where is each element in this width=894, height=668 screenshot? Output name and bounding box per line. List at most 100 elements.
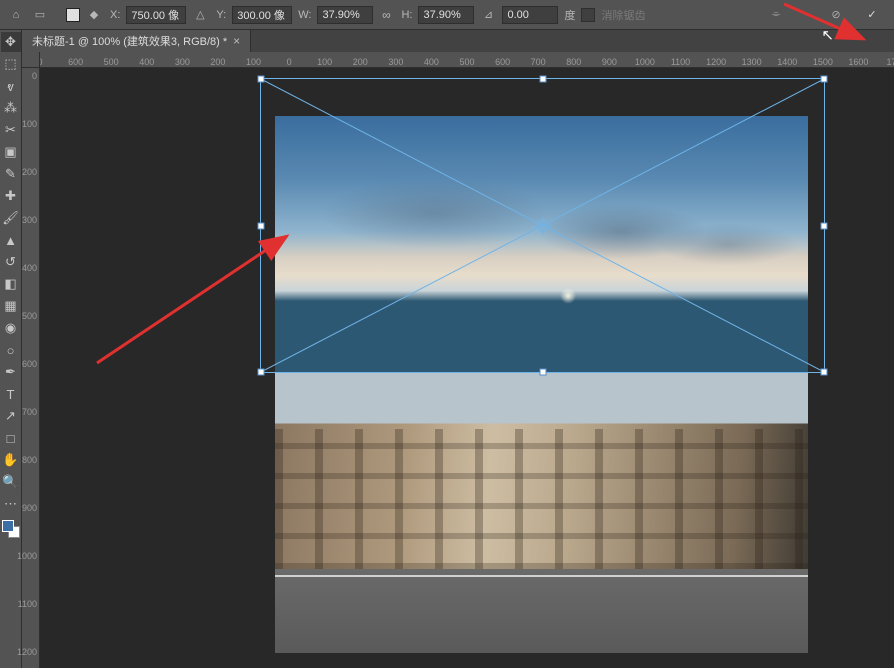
ruler-tick: 200 <box>210 57 225 67</box>
building-texture <box>275 429 808 569</box>
annotation-arrow-right <box>776 0 866 42</box>
canvas-area[interactable] <box>40 68 894 668</box>
xy-delta-icon[interactable]: △ <box>190 5 210 25</box>
options-bar: ⌂ ▭ ◆ X: △ Y: W: ∞ H: ⊿ 度 消除锯齿 ⌯ ⊘ ✓ <box>0 0 894 30</box>
reference-point-toggle[interactable] <box>66 8 80 22</box>
eraser-tool[interactable]: ◧ <box>1 274 21 294</box>
document-tab-title: 未标题-1 @ 100% (建筑效果3, RGB/8) * <box>32 33 227 49</box>
ruler-tick: 800 <box>22 455 37 465</box>
ruler-tick: 1300 <box>742 57 762 67</box>
ruler-tick: 500 <box>104 57 119 67</box>
crop-tool[interactable]: ✂ <box>1 120 21 140</box>
lasso-tool[interactable]: ⱴ <box>1 76 21 96</box>
y-label: Y: <box>216 9 226 21</box>
ruler-tick: 170 <box>886 57 894 67</box>
antialias-checkbox[interactable] <box>581 8 595 22</box>
image-layer-street[interactable] <box>275 373 808 653</box>
ruler-tick: 0 <box>287 57 292 67</box>
zoom-tool[interactable]: 🔍 <box>1 472 21 492</box>
h-input[interactable] <box>418 6 474 24</box>
history-brush-tool[interactable]: ↺ <box>1 252 21 272</box>
ruler-tick: 1200 <box>17 647 37 657</box>
ruler-tick: 300 <box>175 57 190 67</box>
ruler-tick: 600 <box>68 57 83 67</box>
annotation-arrow-left <box>92 228 297 368</box>
rotate-input[interactable] <box>502 6 558 24</box>
ruler-tick: 1500 <box>813 57 833 67</box>
ruler-tick: 200 <box>353 57 368 67</box>
path-tool[interactable]: ↗ <box>1 406 21 426</box>
ruler-tick: 500 <box>459 57 474 67</box>
frame-tool[interactable]: ▣ <box>1 142 21 162</box>
degree-label: 度 <box>564 7 575 23</box>
ruler-tick: 800 <box>566 57 581 67</box>
ruler-tick: 1100 <box>18 599 37 609</box>
ruler-tick: 300 <box>22 215 37 225</box>
ruler-tick: 700 <box>22 407 37 417</box>
ruler-tick: 0 <box>40 57 43 67</box>
ruler-tick: 1600 <box>848 57 868 67</box>
antialias-label: 消除锯齿 <box>601 7 645 23</box>
handle-sw[interactable] <box>258 369 265 376</box>
ruler-tick: 1000 <box>17 551 37 561</box>
ruler-tick: 600 <box>22 359 37 369</box>
hand-tool[interactable]: ✋ <box>1 450 21 470</box>
handle-n[interactable] <box>539 76 546 83</box>
handle-e[interactable] <box>821 222 828 229</box>
document-tab[interactable]: 未标题-1 @ 100% (建筑效果3, RGB/8) * × <box>22 30 251 52</box>
ruler-tick: 1100 <box>671 57 690 67</box>
ruler-tick: 1400 <box>777 57 797 67</box>
stamp-tool[interactable]: ▲ <box>1 230 21 250</box>
transform-preset-icon[interactable]: ▭ <box>30 5 50 25</box>
wand-tool[interactable]: ⁂ <box>1 98 21 118</box>
ruler-tick: 600 <box>495 57 510 67</box>
edit-toolbar[interactable]: ⋯ <box>1 494 21 514</box>
brush-tool[interactable]: 🖌 <box>1 208 21 228</box>
handle-s[interactable] <box>539 369 546 376</box>
y-input[interactable] <box>232 6 292 24</box>
toolbox: ✥⬚ⱴ⁂✂▣✎✚🖌▲↺◧▦◉○✒T↗□✋🔍⋯ <box>0 30 22 668</box>
ruler-tick: 900 <box>22 503 37 513</box>
gradient-tool[interactable]: ▦ <box>1 296 21 316</box>
home-icon[interactable]: ⌂ <box>6 5 26 25</box>
shape-tool[interactable]: □ <box>1 428 21 448</box>
ruler-tick: 900 <box>602 57 617 67</box>
eyedropper-tool[interactable]: ✎ <box>1 164 21 184</box>
ruler-tick: 200 <box>22 167 37 177</box>
ruler-tick: 500 <box>22 311 37 321</box>
document-tab-bar: 未标题-1 @ 100% (建筑效果3, RGB/8) * × <box>22 30 894 52</box>
pen-tool[interactable]: ✒ <box>1 362 21 382</box>
ruler-corner <box>22 52 40 68</box>
image-layer-sky[interactable] <box>275 116 808 373</box>
ruler-tick: 0 <box>32 71 37 81</box>
marquee-tool[interactable]: ⬚ <box>1 54 21 74</box>
rotate-icon[interactable]: ⊿ <box>478 5 498 25</box>
ruler-tick: 400 <box>139 57 154 67</box>
handle-ne[interactable] <box>821 76 828 83</box>
ruler-horizontal[interactable]: 0 600 500 400 300 200 1000 100 200 300 400 500 600 70… <box>40 52 894 68</box>
ruler-tick: 1000 <box>635 57 655 67</box>
x-label: X: <box>110 9 120 21</box>
color-swatches[interactable] <box>2 520 20 538</box>
ruler-tick: 400 <box>424 57 439 67</box>
dodge-tool[interactable]: ○ <box>1 340 21 360</box>
ruler-tick: 400 <box>22 263 37 273</box>
reference-point-icon[interactable]: ◆ <box>84 5 104 25</box>
ruler-tick: 700 <box>531 57 546 67</box>
blur-tool[interactable]: ◉ <box>1 318 21 338</box>
type-tool[interactable]: T <box>1 384 21 404</box>
ruler-vertical[interactable]: 0100200300400500600700800900100011001200 <box>22 68 40 668</box>
close-tab-icon[interactable]: × <box>233 34 240 48</box>
healing-tool[interactable]: ✚ <box>1 186 21 206</box>
ruler-tick: 100 <box>22 119 37 129</box>
x-input[interactable] <box>126 6 186 24</box>
ruler-tick: 1200 <box>706 57 726 67</box>
ruler-tick: 300 <box>388 57 403 67</box>
handle-nw[interactable] <box>258 76 265 83</box>
ruler-tick: 100 <box>246 57 261 67</box>
w-label: W: <box>298 9 311 21</box>
aspect-lock-icon[interactable]: ∞ <box>377 6 395 24</box>
w-input[interactable] <box>317 6 373 24</box>
handle-se[interactable] <box>821 369 828 376</box>
move-tool[interactable]: ✥ <box>1 32 21 52</box>
